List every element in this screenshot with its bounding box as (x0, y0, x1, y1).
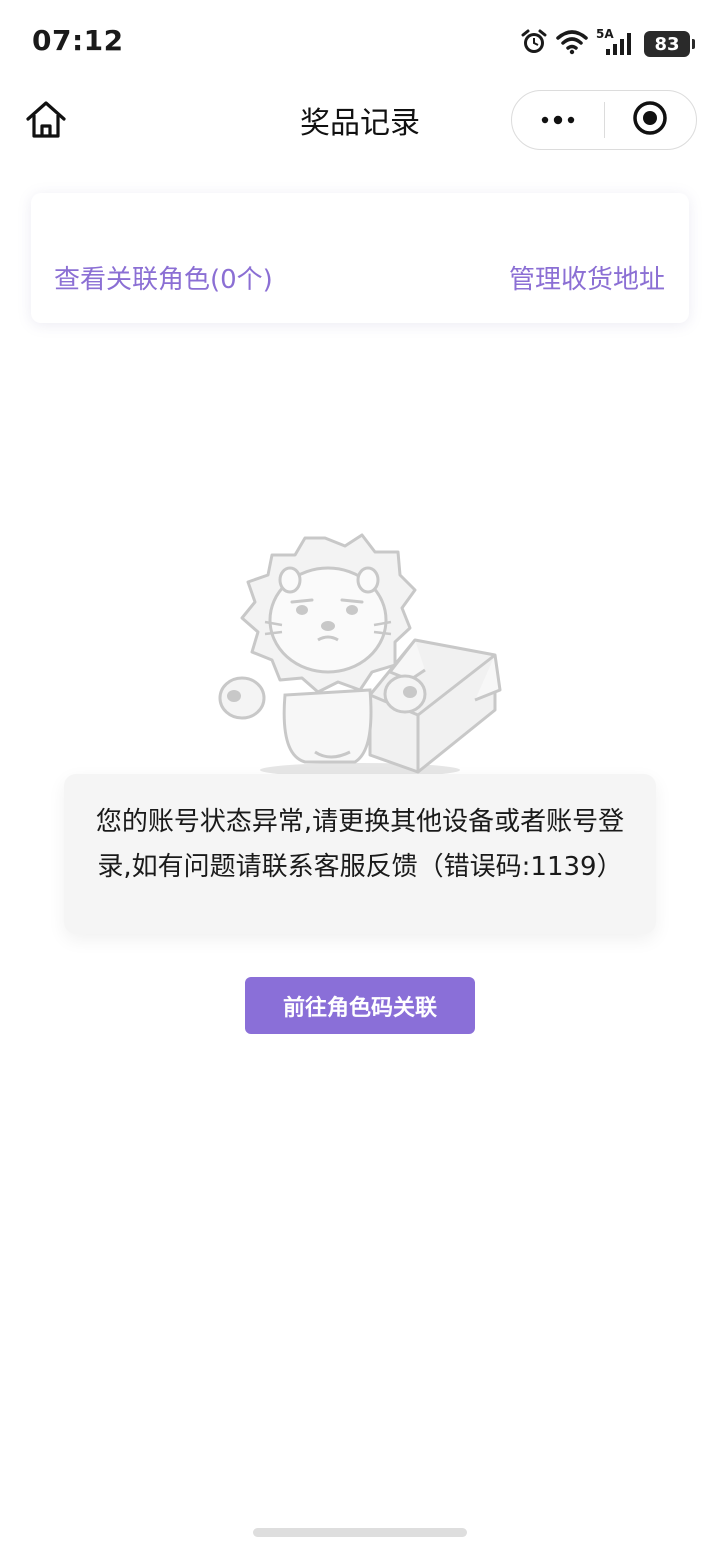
home-indicator[interactable] (253, 1528, 467, 1537)
close-button[interactable] (605, 91, 697, 149)
status-bar: 07:12 5A 83 (0, 0, 720, 84)
manage-address-link[interactable]: 管理收货地址 (509, 259, 665, 296)
wifi-icon (556, 29, 588, 59)
battery-icon: 83 (644, 31, 695, 57)
alarm-icon (520, 28, 548, 60)
view-linked-roles-link[interactable]: 查看关联角色(0个) (54, 259, 273, 296)
error-message: 您的账号状态异常,请更换其他设备或者账号登录,如有问题请联系客服反馈（错误码:1… (64, 774, 656, 934)
status-time: 07:12 (32, 24, 124, 57)
signal-icon: 5A (596, 27, 636, 57)
go-to-role-code-link-button[interactable]: 前往角色码关联 (245, 977, 475, 1034)
lion-with-box-illustration (210, 530, 510, 780)
nav-bar: 奖品记录 (0, 84, 720, 156)
target-circle-icon (632, 100, 668, 140)
mini-program-capsule (511, 90, 697, 150)
info-card: 查看关联角色(0个) 管理收货地址 (31, 193, 689, 323)
more-button[interactable] (512, 91, 604, 149)
more-dots-icon (540, 111, 576, 130)
status-icons: 5A 83 (520, 27, 695, 60)
